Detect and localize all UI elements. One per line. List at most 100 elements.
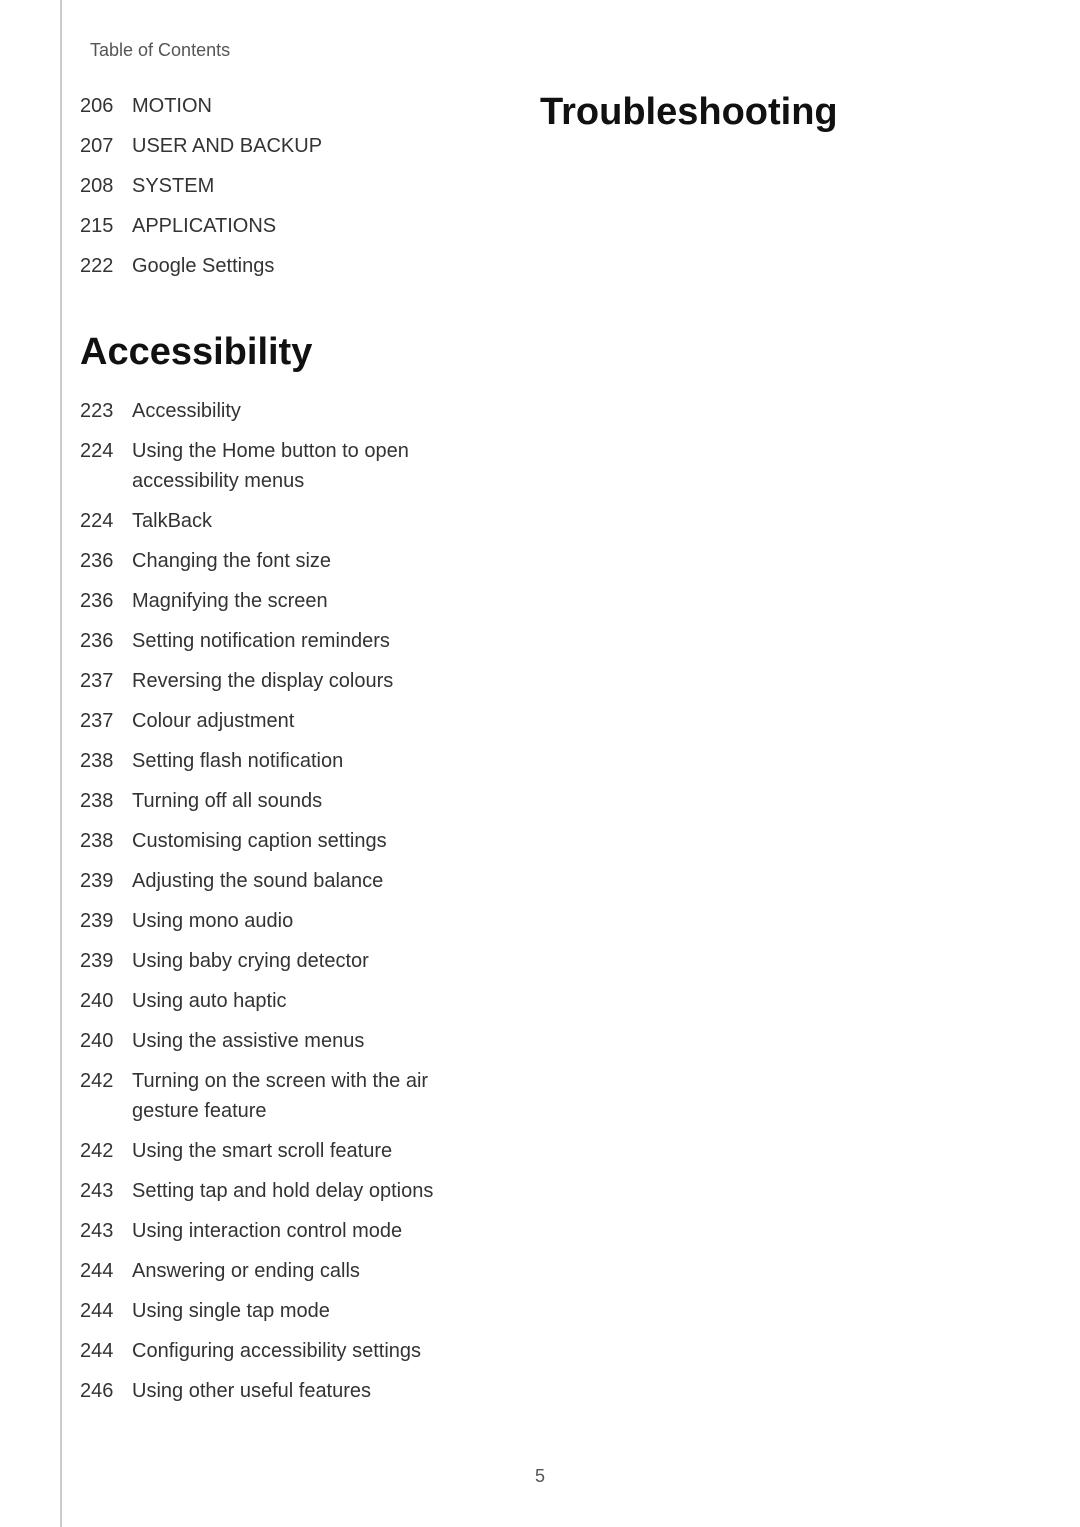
page-num: 242	[80, 1066, 132, 1126]
page-container: Table of Contents 206MOTION 207USER AND B…	[0, 0, 1080, 1527]
accessibility-toc-item: 238Customising caption settings	[80, 826, 500, 856]
page-num: 244	[80, 1256, 132, 1286]
item-text: Using the assistive menus	[132, 1026, 364, 1056]
page-num: 243	[80, 1216, 132, 1246]
item-text: Colour adjustment	[132, 706, 294, 736]
item-text: Using other useful features	[132, 1376, 371, 1406]
page-num: 208	[80, 171, 132, 201]
item-text: Using interaction control mode	[132, 1216, 402, 1246]
item-text: Using mono audio	[132, 906, 293, 936]
accessibility-toc-item: 224Using the Home button to openaccessib…	[80, 436, 500, 496]
accessibility-toc-item: 244Using single tap mode	[80, 1296, 500, 1326]
page-num: 242	[80, 1136, 132, 1166]
item-text: Using the smart scroll feature	[132, 1136, 392, 1166]
page-num: 236	[80, 546, 132, 576]
accessibility-toc-item: 237Colour adjustment	[80, 706, 500, 736]
item-text: Using single tap mode	[132, 1296, 330, 1326]
page-num: 236	[80, 586, 132, 616]
page-num: 240	[80, 1026, 132, 1056]
item-text: Customising caption settings	[132, 826, 387, 856]
line1: Using the Home button to open	[132, 436, 409, 466]
item-text: Using auto haptic	[132, 986, 287, 1016]
left-border	[60, 0, 62, 1527]
item-text: Reversing the display colours	[132, 666, 393, 696]
item-text: Google Settings	[132, 251, 274, 281]
toc-label: Table of Contents	[80, 40, 1000, 61]
item-text: Using baby crying detector	[132, 946, 369, 976]
accessibility-toc-item: 238Setting flash notification	[80, 746, 500, 776]
accessibility-items-list: 223Accessibility224Using the Home button…	[80, 396, 500, 1406]
accessibility-toc-item: 236Changing the font size	[80, 546, 500, 576]
top-toc-item: 222Google Settings	[80, 251, 500, 281]
page-num: 224	[80, 506, 132, 536]
accessibility-heading: Accessibility	[80, 331, 500, 374]
item-text: Changing the font size	[132, 546, 331, 576]
page-num: 238	[80, 746, 132, 776]
accessibility-toc-item: 242Turning on the screen with the airges…	[80, 1066, 500, 1126]
accessibility-toc-item: 244Configuring accessibility settings	[80, 1336, 500, 1366]
item-text: SYSTEM	[132, 171, 214, 201]
page-num: 239	[80, 866, 132, 896]
accessibility-toc-item: 243Setting tap and hold delay options	[80, 1176, 500, 1206]
item-text: Adjusting the sound balance	[132, 866, 383, 896]
accessibility-toc-item: 239Using baby crying detector	[80, 946, 500, 976]
page-num: 237	[80, 666, 132, 696]
page-num: 243	[80, 1176, 132, 1206]
left-column: 206MOTION207USER AND BACKUP208SYSTEM215A…	[80, 91, 500, 1416]
accessibility-toc-item: 239Adjusting the sound balance	[80, 866, 500, 896]
accessibility-toc-item: 238Turning off all sounds	[80, 786, 500, 816]
page-num: 239	[80, 946, 132, 976]
item-text: Setting tap and hold delay options	[132, 1176, 433, 1206]
item-text: Magnifying the screen	[132, 586, 328, 616]
top-items-list: 206MOTION207USER AND BACKUP208SYSTEM215A…	[80, 91, 500, 281]
accessibility-toc-item: 243Using interaction control mode	[80, 1216, 500, 1246]
page-num: 206	[80, 91, 132, 121]
page-num: 244	[80, 1336, 132, 1366]
accessibility-toc-item: 244Answering or ending calls	[80, 1256, 500, 1286]
accessibility-toc-item: 246Using other useful features	[80, 1376, 500, 1406]
page-num: 223	[80, 396, 132, 426]
page-number: 5	[535, 1466, 545, 1486]
main-content: 206MOTION207USER AND BACKUP208SYSTEM215A…	[80, 91, 1000, 1416]
page-num: 237	[80, 706, 132, 736]
line1: Turning on the screen with the air	[132, 1066, 428, 1096]
page-num: 222	[80, 251, 132, 281]
accessibility-toc-item: 240Using the assistive menus	[80, 1026, 500, 1056]
item-text: Setting flash notification	[132, 746, 343, 776]
page-num: 207	[80, 131, 132, 161]
accessibility-section: Accessibility 223Accessibility224Using t…	[80, 331, 500, 1406]
page-num: 246	[80, 1376, 132, 1406]
page-num: 240	[80, 986, 132, 1016]
accessibility-toc-item: 236Setting notification reminders	[80, 626, 500, 656]
top-toc-item: 208SYSTEM	[80, 171, 500, 201]
item-text: Turning off all sounds	[132, 786, 322, 816]
accessibility-toc-item: 223Accessibility	[80, 396, 500, 426]
page-num: 239	[80, 906, 132, 936]
accessibility-toc-item: 224TalkBack	[80, 506, 500, 536]
page-num: 238	[80, 786, 132, 816]
item-text: Setting notification reminders	[132, 626, 390, 656]
top-toc-item: 207USER AND BACKUP	[80, 131, 500, 161]
page-num: 224	[80, 436, 132, 496]
accessibility-toc-item: 242Using the smart scroll feature	[80, 1136, 500, 1166]
item-text: MOTION	[132, 91, 212, 121]
page-num: 215	[80, 211, 132, 241]
troubleshooting-heading: Troubleshooting	[540, 91, 1000, 134]
right-column: Troubleshooting	[500, 91, 1000, 1416]
page-num: 236	[80, 626, 132, 656]
line2: accessibility menus	[132, 466, 409, 496]
line2: gesture feature	[132, 1096, 428, 1126]
accessibility-toc-item: 239Using mono audio	[80, 906, 500, 936]
item-text: Turning on the screen with the airgestur…	[132, 1066, 428, 1126]
top-toc-item: 215APPLICATIONS	[80, 211, 500, 241]
item-text: Accessibility	[132, 396, 241, 426]
accessibility-toc-item: 240Using auto haptic	[80, 986, 500, 1016]
item-text: Answering or ending calls	[132, 1256, 360, 1286]
item-text: APPLICATIONS	[132, 211, 276, 241]
accessibility-toc-item: 237Reversing the display colours	[80, 666, 500, 696]
top-toc-item: 206MOTION	[80, 91, 500, 121]
item-text: TalkBack	[132, 506, 212, 536]
item-text: Configuring accessibility settings	[132, 1336, 421, 1366]
accessibility-toc-item: 236Magnifying the screen	[80, 586, 500, 616]
item-text: Using the Home button to openaccessibili…	[132, 436, 409, 496]
